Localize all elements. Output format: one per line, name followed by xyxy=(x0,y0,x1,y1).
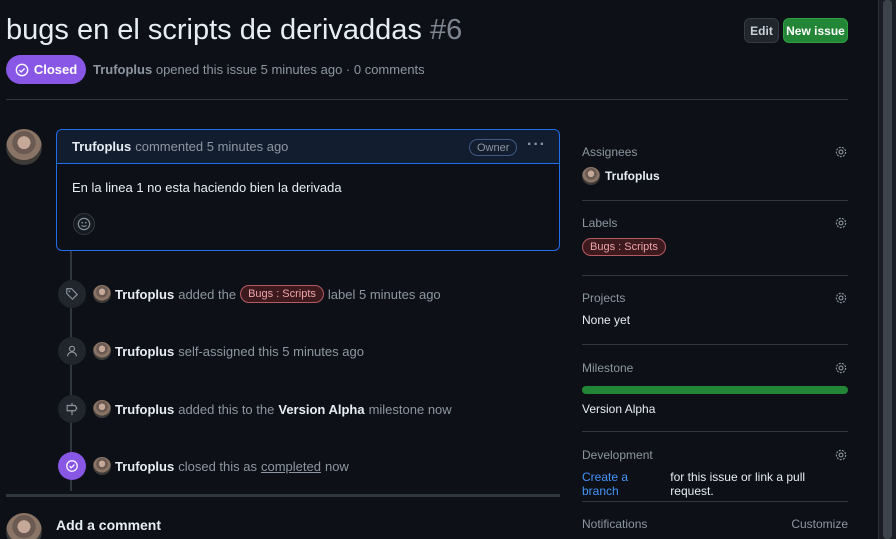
milestone-icon xyxy=(66,402,78,416)
avatar xyxy=(582,167,600,185)
avatar[interactable] xyxy=(93,457,111,475)
label-pill[interactable]: Bugs : Scripts xyxy=(240,285,324,303)
event-actor[interactable]: Trufoplus xyxy=(115,344,174,359)
tag-icon xyxy=(66,288,79,301)
avatar[interactable] xyxy=(6,129,42,165)
edit-button[interactable]: Edit xyxy=(744,18,779,43)
new-issue-button[interactable]: New issue xyxy=(783,18,848,43)
event-text: closed this as xyxy=(178,458,257,474)
scrollbar-thumb[interactable] xyxy=(883,0,892,539)
add-comment-heading: Add a comment xyxy=(56,517,162,533)
timeline-event-milestoned: Trufoplus added this to the Version Alph… xyxy=(58,395,452,423)
smiley-icon xyxy=(77,217,91,231)
gear-icon[interactable] xyxy=(834,448,848,462)
header-divider xyxy=(6,99,848,100)
sidebar-heading: Development xyxy=(582,448,653,462)
check-circle-icon xyxy=(66,460,78,472)
avatar[interactable] xyxy=(93,285,111,303)
milestone-name-row: Version Alpha xyxy=(582,402,848,416)
add-reaction-button[interactable] xyxy=(73,213,95,235)
issue-meta: Trufoplus opened this issue 5 minutes ag… xyxy=(93,62,425,77)
sidebar-divider xyxy=(582,344,848,345)
event-badge xyxy=(58,337,86,365)
scrollbar[interactable] xyxy=(878,0,896,539)
gear-icon[interactable] xyxy=(834,291,848,305)
kebab-horizontal-icon[interactable]: ··· xyxy=(527,136,546,154)
avatar xyxy=(6,513,42,539)
event-text: self-assigned this 5 minutes ago xyxy=(178,343,364,359)
projects-value: None yet xyxy=(582,313,631,327)
issue-author-link[interactable]: Trufoplus xyxy=(93,62,152,77)
comment-header: Trufoplus commented 5 minutes ago Owner … xyxy=(57,130,559,164)
event-actor[interactable]: Trufoplus xyxy=(115,287,174,302)
sidebar-divider xyxy=(582,431,848,432)
label-pill[interactable]: Bugs : Scripts xyxy=(582,238,666,256)
create-branch-link[interactable]: Create a branch xyxy=(582,470,666,498)
sidebar-divider xyxy=(582,501,848,502)
development-text: Create a branch for this issue or link a… xyxy=(582,470,848,498)
completed-link[interactable]: completed xyxy=(261,459,321,474)
issue-number: #6 xyxy=(429,14,463,46)
sidebar-projects: Projects None yet xyxy=(582,291,848,327)
comment-author[interactable]: Trufoplus xyxy=(72,139,131,154)
comment-time[interactable]: commented 5 minutes ago xyxy=(135,139,288,154)
milestone-progress-fill xyxy=(582,386,848,394)
development-rest: for this issue or link a pull request. xyxy=(670,470,806,498)
assignee-name: Trufoplus xyxy=(605,169,660,183)
check-circle-icon xyxy=(15,63,29,76)
sidebar-development: Development Create a branch for this iss… xyxy=(582,448,848,498)
comment-body: En la linea 1 no esta haciendo bien la d… xyxy=(72,180,342,195)
state-label: Closed xyxy=(33,62,78,77)
issue-title-text: bugs en el scripts de derivaddas xyxy=(6,14,422,46)
timeline-event-assigned: Trufoplus self-assigned this 5 minutes a… xyxy=(58,337,364,365)
timeline-event-labeled: Trufoplus added the Bugs : Scripts label… xyxy=(58,280,441,308)
avatar[interactable] xyxy=(93,400,111,418)
event-badge xyxy=(58,452,86,480)
timeline-event-closed: Trufoplus closed this as completed now xyxy=(58,452,349,480)
assignee-item[interactable]: Trufoplus xyxy=(582,167,848,185)
customize-button[interactable]: Customize xyxy=(791,517,848,531)
sidebar-labels: Labels Bugs : Scripts xyxy=(582,216,848,256)
event-actor[interactable]: Trufoplus xyxy=(115,402,174,417)
issue-title: bugs en el scripts de derivaddas #6 xyxy=(6,14,462,47)
comment-card: Trufoplus commented 5 minutes ago Owner … xyxy=(56,129,560,251)
event-text: added this to the xyxy=(178,401,275,417)
event-actor[interactable]: Trufoplus xyxy=(115,459,174,474)
state-badge: Closed xyxy=(6,55,86,84)
sidebar-notifications: Notifications Customize xyxy=(582,517,848,531)
event-badge xyxy=(58,280,86,308)
event-badge xyxy=(58,395,86,423)
issue-meta-text: opened this issue 5 minutes ago · 0 comm… xyxy=(155,62,425,77)
sidebar-heading: Milestone xyxy=(582,361,634,375)
owner-badge: Owner xyxy=(469,139,518,156)
gear-icon[interactable] xyxy=(834,361,848,375)
avatar[interactable] xyxy=(93,342,111,360)
event-text: now xyxy=(324,458,349,474)
event-text: added the xyxy=(178,286,237,302)
milestone-name[interactable]: Version Alpha xyxy=(582,402,848,416)
sidebar-divider xyxy=(582,275,848,276)
person-icon xyxy=(67,345,77,357)
sidebar-heading: Labels xyxy=(582,216,618,230)
milestone-progress-bar xyxy=(582,386,848,394)
milestone-link[interactable]: Version Alpha xyxy=(278,402,364,417)
sidebar-milestone: Milestone xyxy=(582,361,848,375)
sidebar-assignees: Assignees Trufoplus xyxy=(582,145,848,185)
sidebar-heading: Assignees xyxy=(582,145,638,159)
timeline-end-divider xyxy=(6,494,560,497)
event-text: label 5 minutes ago xyxy=(327,286,441,302)
event-text: milestone now xyxy=(368,401,452,417)
sidebar-heading: Projects xyxy=(582,291,626,305)
gear-icon[interactable] xyxy=(834,145,848,159)
gear-icon[interactable] xyxy=(834,216,848,230)
sidebar-divider xyxy=(582,200,848,201)
